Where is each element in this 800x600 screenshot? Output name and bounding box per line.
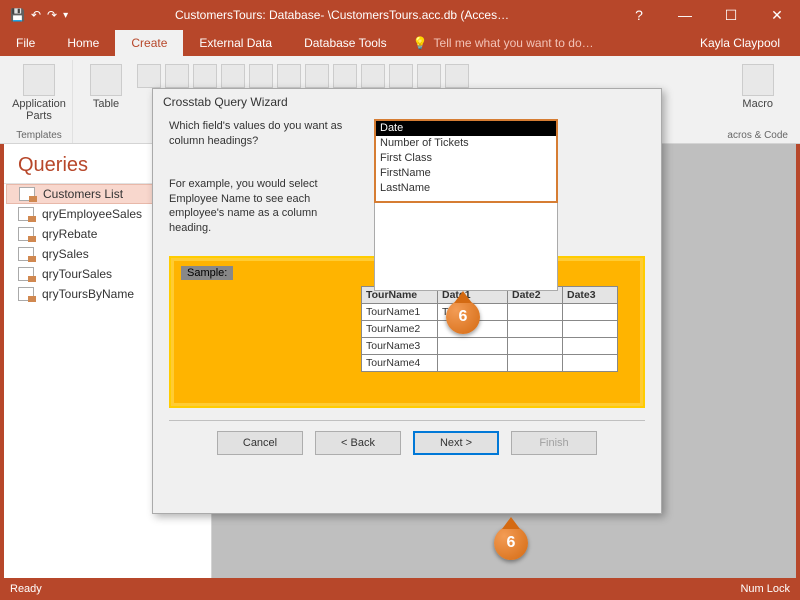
field-item-lastname[interactable]: LastName (376, 181, 556, 196)
ribbon-ico-2[interactable] (165, 64, 189, 88)
query-icon (18, 287, 34, 301)
minimize-button[interactable]: — (662, 0, 708, 30)
maximize-button[interactable]: ☐ (708, 0, 754, 30)
tab-create[interactable]: Create (115, 30, 183, 56)
ribbon-ico-4[interactable] (221, 64, 245, 88)
qat: 💾 ↶ ↷ ▾ (0, 8, 68, 22)
query-icon (18, 207, 34, 221)
tab-home[interactable]: Home (51, 30, 115, 56)
query-icon (18, 247, 34, 261)
query-icon (18, 267, 34, 281)
ribbon-ico-11[interactable] (417, 64, 441, 88)
wizard-instructions: Which field's values do you want as colu… (169, 119, 354, 236)
sample-table: TourName Date1 Date2 Date3 TourName1TOTA… (361, 286, 618, 372)
ribbon-ico-8[interactable] (333, 64, 357, 88)
group-templates: Application Parts Templates (6, 60, 73, 143)
status-numlock: Num Lock (740, 583, 790, 595)
statusbar: Ready Num Lock (0, 578, 800, 600)
ribbon-tabs: File Home Create External Data Database … (0, 30, 800, 56)
separator (169, 420, 645, 421)
tab-database-tools[interactable]: Database Tools (288, 30, 403, 56)
window-title: CustomersTours: Database- \CustomersTour… (68, 8, 616, 22)
field-list[interactable]: Date Number of Tickets First Class First… (374, 119, 558, 203)
sample-label: Sample: (181, 266, 233, 280)
titlebar: 💾 ↶ ↷ ▾ CustomersTours: Database- \Custo… (0, 0, 800, 30)
tab-external-data[interactable]: External Data (183, 30, 288, 56)
macro-icon (742, 64, 774, 96)
user-label[interactable]: Kayla Claypool (700, 36, 800, 50)
finish-button[interactable]: Finish (511, 431, 597, 455)
table-icon (90, 64, 122, 96)
ribbon-ico-9[interactable] (361, 64, 385, 88)
help-icon[interactable]: ? (616, 7, 662, 23)
status-ready: Ready (10, 583, 42, 595)
ribbon-ico-7[interactable] (305, 64, 329, 88)
field-item-first-class[interactable]: First Class (376, 151, 556, 166)
ribbon-ico-3[interactable] (193, 64, 217, 88)
wizard-buttons: Cancel < Back Next > Finish (169, 431, 645, 471)
field-item-date[interactable]: Date (376, 121, 556, 136)
wizard-title: Crosstab Query Wizard (153, 89, 661, 115)
field-item-firstname[interactable]: FirstName (376, 166, 556, 181)
query-icon (19, 187, 35, 201)
macro-button[interactable]: Macro (731, 60, 785, 110)
redo-icon[interactable]: ↷ (47, 8, 57, 22)
ribbon-ico-12[interactable] (445, 64, 469, 88)
application-parts-button[interactable]: Application Parts (12, 60, 66, 122)
query-icon (18, 227, 34, 241)
window-controls: — ☐ ✕ (662, 0, 800, 30)
bulb-icon: 💡 (413, 36, 428, 50)
table-button[interactable]: Table (79, 60, 133, 110)
save-icon[interactable]: 💾 (10, 8, 25, 22)
field-item-tickets[interactable]: Number of Tickets (376, 136, 556, 151)
application-parts-icon (23, 64, 55, 96)
undo-icon[interactable]: ↶ (31, 8, 41, 22)
cancel-button[interactable]: Cancel (217, 431, 303, 455)
ribbon-ico-5[interactable] (249, 64, 273, 88)
tab-file[interactable]: File (0, 30, 51, 56)
ribbon-ico-10[interactable] (389, 64, 413, 88)
ribbon-ico-6[interactable] (277, 64, 301, 88)
next-button[interactable]: Next > (413, 431, 499, 455)
callout-6a: 6 (446, 300, 480, 334)
back-button[interactable]: < Back (315, 431, 401, 455)
crosstab-wizard: Crosstab Query Wizard Which field's valu… (152, 88, 662, 514)
group-macros: Macro acros & Code (721, 60, 794, 143)
ribbon-ico-1[interactable] (137, 64, 161, 88)
close-button[interactable]: ✕ (754, 0, 800, 30)
tellme[interactable]: 💡Tell me what you want to do… (403, 36, 594, 50)
callout-6b: 6 (494, 526, 528, 560)
